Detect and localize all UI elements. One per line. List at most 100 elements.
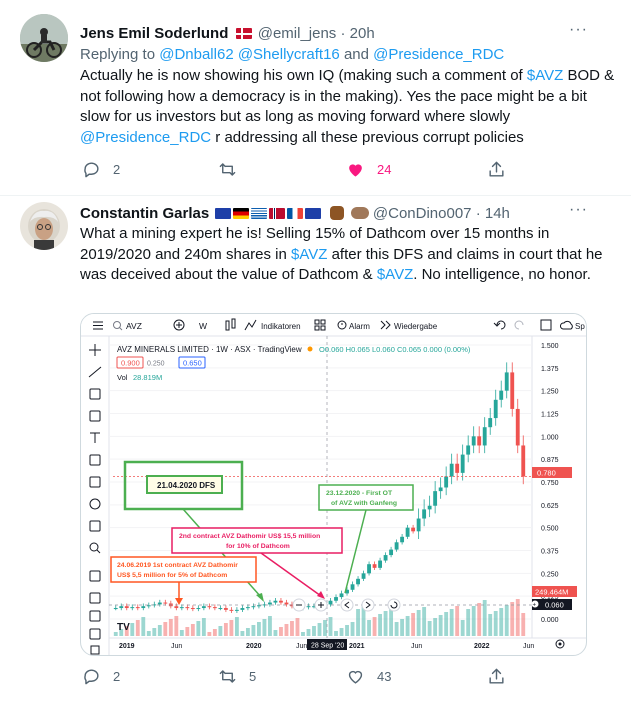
indicators-button[interactable]: Indikatoren [261, 322, 301, 331]
zoom-icon[interactable] [89, 542, 101, 554]
candle [433, 491, 438, 506]
like-button[interactable]: 24 [346, 160, 391, 179]
avatar[interactable] [20, 14, 68, 62]
retweet-button[interactable] [218, 160, 249, 179]
fib-icon[interactable] [89, 388, 101, 400]
volume-bar [196, 621, 201, 636]
eye-icon[interactable] [89, 628, 101, 640]
settings-gear-icon[interactable] [555, 639, 565, 649]
reply-button[interactable]: 2 [82, 667, 120, 686]
candle [245, 607, 250, 609]
forecast-icon[interactable] [89, 476, 101, 488]
text-icon[interactable] [90, 432, 100, 443]
chart-image[interactable]: AVZ W Indikatoren Alarm Wiedergabe Sp 1.… [80, 313, 587, 656]
volume-badge-text: 249.464M [535, 588, 568, 597]
scroll-right-button[interactable] [361, 598, 375, 612]
volume-bar [135, 620, 140, 636]
candle [268, 602, 272, 605]
like-button[interactable]: 43 [346, 667, 391, 686]
timestamp[interactable]: · 20h [340, 25, 374, 42]
annotation-dfs: 21.04.2020 DFS [123, 460, 244, 511]
crosshair-icon[interactable] [89, 344, 101, 356]
lock-icon[interactable] [89, 610, 101, 622]
spread-value: 0.250 [147, 361, 165, 368]
volume-value: 28.819M [133, 373, 162, 382]
display-name[interactable]: Constantin Garlas [80, 205, 209, 222]
emoji-icon[interactable] [89, 498, 101, 510]
volume-bar [323, 620, 327, 636]
cashtag-link[interactable]: $AVZ [527, 67, 563, 84]
cashtag-link[interactable]: $AVZ [291, 246, 327, 263]
candle [334, 597, 338, 601]
mention-link[interactable]: @Presidence_RDC [80, 129, 211, 146]
candle [174, 606, 179, 609]
y-tick-label: 0.875 [541, 457, 559, 464]
market-status-dot [307, 346, 313, 352]
mention-link[interactable]: @Presidence_RDC [373, 46, 504, 63]
toolbar-symbol[interactable]: AVZ [126, 321, 142, 331]
volume-bar [339, 628, 344, 636]
replay-button[interactable]: Wiedergabe [394, 322, 438, 331]
chart-legend-title: AVZ MINERALS LIMITED · 1W · ASX · Tradin… [117, 345, 302, 354]
trash-icon[interactable] [90, 645, 100, 655]
share-button[interactable] [487, 160, 506, 179]
volume-bar [356, 609, 360, 636]
candle [201, 606, 206, 609]
otter-icon [350, 207, 369, 219]
candle [130, 607, 135, 609]
brush-icon[interactable] [89, 410, 101, 422]
reply-button[interactable]: 2 [82, 160, 120, 179]
share-button[interactable] [487, 667, 506, 686]
interval-button[interactable]: W [199, 321, 207, 331]
volume-bar [482, 600, 487, 636]
scroll-left-button[interactable] [340, 598, 354, 612]
reset-chart-button[interactable] [387, 598, 401, 612]
alarm-button[interactable]: Alarm [349, 322, 370, 331]
candle [405, 527, 410, 537]
avatar[interactable] [20, 202, 68, 250]
user-handle[interactable]: @emil_jens [258, 25, 337, 42]
timestamp[interactable]: · 14h [476, 205, 510, 222]
volume-bar [350, 622, 355, 636]
tweet-1[interactable]: Jens Emil Soderlund @emil_jens · 20h ···… [0, 0, 631, 195]
candle [482, 427, 487, 446]
candle [438, 487, 443, 492]
candle [212, 607, 217, 609]
raised-fist-icon [329, 206, 344, 220]
cashtag-link[interactable]: $AVZ [377, 266, 413, 283]
x-tick-label: Jun [523, 643, 534, 650]
tweet-actions: 2 24 [0, 160, 631, 180]
save-button[interactable]: Sp [575, 322, 585, 331]
volume-bar [389, 608, 394, 636]
magnet-icon[interactable] [89, 570, 101, 582]
svg-text:US$ 5,5 million for 5% of Dath: US$ 5,5 million for 5% of Dathcom [117, 572, 227, 579]
trendline-icon[interactable] [88, 366, 102, 378]
user-handle[interactable]: @ConDino007 [373, 205, 472, 222]
arrowhead-icon [256, 593, 264, 602]
ask-price[interactable]: 0.650 [183, 359, 202, 368]
x-tick-label: Jun [411, 643, 422, 650]
volume-bar [284, 624, 289, 636]
annotation-arrow [344, 509, 367, 594]
y-tick-label: 0.500 [541, 526, 559, 533]
more-options-icon[interactable]: ··· [569, 21, 588, 39]
mention-link[interactable]: @Shellycraft16 [238, 46, 340, 63]
candle [466, 445, 471, 455]
crosshair-date: 28 Sep '20 [311, 643, 344, 650]
pattern-icon[interactable] [89, 454, 101, 466]
display-name[interactable]: Jens Emil Soderlund [80, 25, 228, 42]
volume-label: Vol [117, 373, 128, 382]
volume-bar [212, 629, 217, 636]
volume-bar [290, 621, 294, 636]
x-tick-label: Jun [296, 643, 307, 650]
mention-link[interactable]: @Dnball62 [159, 46, 233, 63]
lock-drawing-icon[interactable] [89, 592, 101, 604]
candle [521, 445, 526, 477]
volume-bar [394, 622, 399, 636]
bid-price[interactable]: 0.900 [121, 359, 140, 368]
retweet-button[interactable]: 5 [218, 667, 256, 686]
more-options-icon[interactable]: ··· [569, 201, 588, 219]
tradingview-logo: TV [117, 622, 130, 633]
candle [383, 555, 388, 561]
ruler-icon[interactable] [89, 520, 101, 532]
